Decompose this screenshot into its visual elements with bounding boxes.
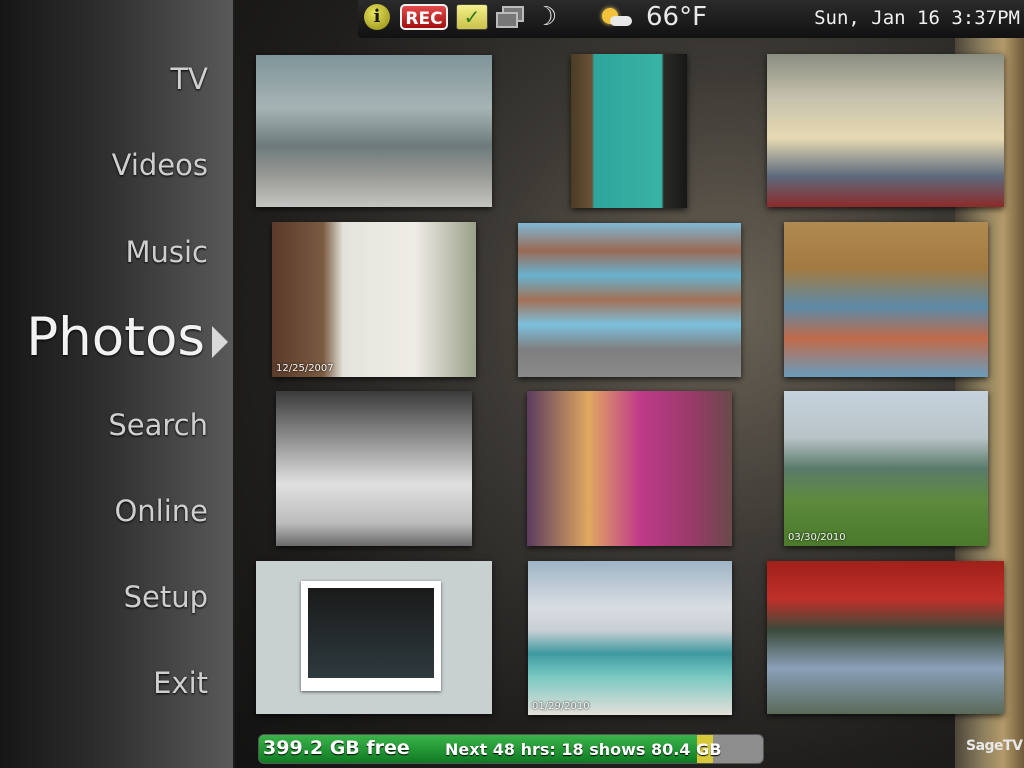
menu-item-music[interactable]: Music bbox=[125, 235, 208, 269]
menu-item-exit[interactable]: Exit bbox=[153, 666, 208, 700]
menu-item-videos[interactable]: Videos bbox=[112, 148, 208, 182]
photo-thumbnail-kids-boat-ride[interactable] bbox=[784, 222, 988, 377]
sagetv-logo: SageTV bbox=[966, 738, 1023, 754]
tv-check-icon[interactable]: ✓ bbox=[456, 4, 488, 30]
clock-datetime: Sun, Jan 16 3:37PM bbox=[814, 7, 1020, 29]
disk-space-bar: 399.2 GB free Next 48 hrs: 18 shows 80.4… bbox=[258, 734, 764, 764]
photo-thumbnail-kids-christmas[interactable]: 12/25/2007 bbox=[272, 222, 476, 377]
menu-item-photos[interactable]: Photos bbox=[26, 307, 205, 368]
menu-item-search[interactable]: Search bbox=[108, 408, 208, 442]
photo-thumbnail-seahorse-banner[interactable] bbox=[571, 54, 687, 208]
menu-item-setup[interactable]: Setup bbox=[124, 580, 208, 614]
weather-partly-cloudy-icon[interactable] bbox=[600, 4, 634, 30]
disk-free-label: 399.2 GB free bbox=[263, 737, 410, 759]
photo-thumbnail-framed-photo-group[interactable] bbox=[256, 561, 492, 714]
photo-date-stamp: 12/25/2007 bbox=[276, 363, 334, 374]
photo-thumbnail-glacier-rocks[interactable] bbox=[256, 55, 492, 207]
photo-thumbnail-man-with-beer[interactable] bbox=[767, 54, 1004, 207]
moon-icon[interactable]: ☽ bbox=[534, 4, 558, 30]
photo-thumbnail-twin-girls-stage[interactable] bbox=[767, 561, 1004, 714]
photo-thumbnail-kids-playing-field[interactable]: 03/30/2010 bbox=[784, 391, 988, 546]
main-menu-sidebar: TV Videos Music Photos Search Online Set… bbox=[0, 0, 235, 768]
info-icon[interactable]: i bbox=[364, 4, 390, 30]
next-recordings-label: Next 48 hrs: 18 shows 80.4 GB bbox=[445, 740, 722, 759]
status-topbar: i REC ✓ ☽ 66°F Sun, Jan 16 3:37PM bbox=[358, 0, 1024, 38]
temperature: 66°F bbox=[646, 2, 708, 32]
photo-date-stamp: 01/29/2010 bbox=[532, 701, 590, 712]
photo-thumbnail-beach-ocean[interactable]: 01/29/2010 bbox=[528, 561, 732, 715]
photo-thumbnail-girl-toy-store[interactable] bbox=[527, 391, 732, 546]
windows-icon[interactable] bbox=[494, 4, 526, 30]
photo-thumbnail-corrupted-image[interactable] bbox=[518, 223, 741, 377]
photo-date-stamp: 03/30/2010 bbox=[788, 532, 846, 543]
menu-item-tv[interactable]: TV bbox=[170, 62, 208, 96]
photo-thumbnail-bridal-party[interactable] bbox=[276, 391, 472, 546]
selection-arrow-icon bbox=[212, 326, 228, 358]
rec-icon[interactable]: REC bbox=[400, 4, 448, 30]
menu-item-online[interactable]: Online bbox=[114, 494, 208, 528]
